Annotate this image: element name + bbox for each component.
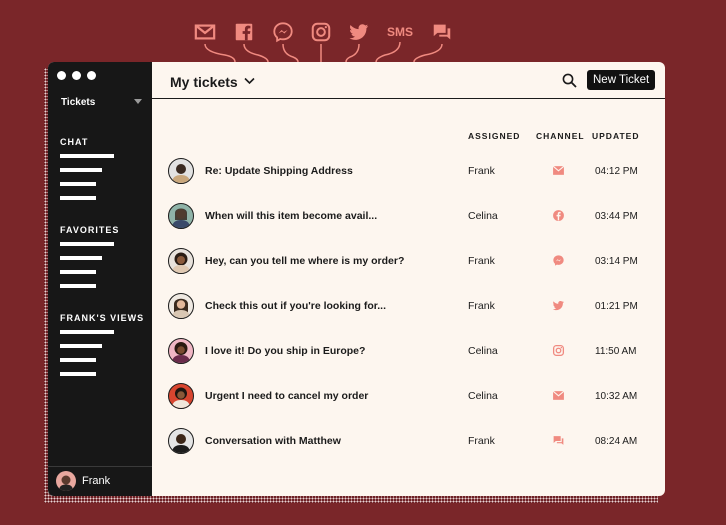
- ticket-assignee: Frank: [468, 255, 495, 267]
- messenger-icon: [550, 252, 566, 268]
- sms-label: SMS: [387, 25, 414, 39]
- sidebar-section-chat: CHAT: [60, 137, 89, 147]
- channel-bar: SMS: [0, 0, 726, 62]
- avatar: [168, 383, 194, 409]
- mail-icon: [193, 20, 217, 44]
- mail-icon: [550, 387, 566, 403]
- column-header-channel[interactable]: CHANNEL: [536, 131, 585, 141]
- instagram-icon: [309, 20, 333, 44]
- ticket-updated: 03:14 PM: [595, 256, 638, 267]
- ticket-subject[interactable]: Re: Update Shipping Address: [205, 165, 353, 177]
- ticket-assignee: Frank: [468, 300, 495, 312]
- window-controls: [57, 71, 96, 80]
- ticket-row[interactable]: Hey, can you tell me where is my order? …: [152, 248, 665, 293]
- sidebar-item[interactable]: [60, 196, 96, 200]
- ticket-subject[interactable]: When will this item become avail...: [205, 210, 377, 222]
- twitter-icon: [550, 297, 566, 313]
- twitter-icon: [347, 20, 371, 44]
- sidebar-section-favorites: FAVORITES: [60, 225, 120, 235]
- window-dot-close[interactable]: [57, 71, 66, 80]
- column-header-assigned[interactable]: ASSIGNED: [468, 131, 520, 141]
- avatar: [168, 428, 194, 454]
- sidebar-title[interactable]: Tickets: [61, 97, 95, 108]
- facebook-icon: [232, 20, 256, 44]
- sidebar-section-franks-views: FRANK'S VIEWS: [60, 313, 145, 323]
- ticket-subject[interactable]: Hey, can you tell me where is my order?: [205, 255, 404, 267]
- sidebar-item[interactable]: [60, 168, 102, 172]
- ticket-updated: 04:12 PM: [595, 166, 638, 177]
- sidebar-item[interactable]: [60, 256, 102, 260]
- ticket-assignee: Frank: [468, 165, 495, 177]
- sidebar-item[interactable]: [60, 330, 114, 334]
- user-footer[interactable]: Frank: [48, 466, 152, 496]
- facebook-icon: [550, 207, 566, 223]
- sidebar-item[interactable]: [60, 242, 114, 246]
- ticket-row[interactable]: Urgent I need to cancel my order Celina …: [152, 383, 665, 428]
- caret-down-icon[interactable]: [134, 99, 142, 104]
- instagram-icon: [550, 342, 566, 358]
- sidebar-item[interactable]: [60, 182, 96, 186]
- ticket-row[interactable]: Check this out if you're looking for... …: [152, 293, 665, 338]
- main-panel: My tickets New Ticket ASSIGNED CHANNEL U…: [152, 62, 665, 496]
- column-header-updated[interactable]: UPDATED: [592, 131, 639, 141]
- avatar: [56, 471, 76, 491]
- ticket-assignee: Celina: [468, 345, 498, 357]
- sidebar-item[interactable]: [60, 344, 102, 348]
- ticket-row[interactable]: When will this item become avail... Celi…: [152, 203, 665, 248]
- ticket-subject[interactable]: Check this out if you're looking for...: [205, 300, 386, 312]
- ticket-subject[interactable]: Urgent I need to cancel my order: [205, 390, 368, 402]
- ticket-subject[interactable]: Conversation with Matthew: [205, 435, 341, 447]
- sidebar-item[interactable]: [60, 358, 96, 362]
- chat-icon: [550, 432, 566, 448]
- ticket-updated: 01:21 PM: [595, 301, 638, 312]
- sidebar: Tickets CHAT FAVORITES FRANK'S VIEWS Fra…: [48, 62, 152, 496]
- mail-icon: [550, 162, 566, 178]
- avatar: [168, 293, 194, 319]
- ticket-subject[interactable]: I love it! Do you ship in Europe?: [205, 345, 365, 357]
- sidebar-item[interactable]: [60, 154, 114, 158]
- ticket-updated: 10:32 AM: [595, 391, 638, 402]
- chat-icon: [430, 20, 454, 44]
- window-dot-maximize[interactable]: [87, 71, 96, 80]
- ticket-updated: 11:50 AM: [595, 346, 637, 357]
- avatar: [168, 338, 194, 364]
- messenger-icon: [271, 20, 295, 44]
- ticket-assignee: Celina: [468, 390, 498, 402]
- window-dot-minimize[interactable]: [72, 71, 81, 80]
- ticket-assignee: Frank: [468, 435, 495, 447]
- chevron-down-icon[interactable]: [244, 77, 255, 85]
- app-window: Tickets CHAT FAVORITES FRANK'S VIEWS Fra…: [48, 62, 665, 496]
- sidebar-item[interactable]: [60, 270, 96, 274]
- sidebar-item[interactable]: [60, 284, 96, 288]
- ticket-updated: 03:44 PM: [595, 211, 638, 222]
- sidebar-item[interactable]: [60, 372, 96, 376]
- ticket-row[interactable]: I love it! Do you ship in Europe? Celina…: [152, 338, 665, 383]
- ticket-row[interactable]: Conversation with Matthew Frank 08:24 AM: [152, 428, 665, 473]
- toolbar: My tickets New Ticket: [152, 62, 665, 99]
- new-ticket-button[interactable]: New Ticket: [587, 70, 656, 90]
- avatar: [168, 158, 194, 184]
- ticket-assignee: Celina: [468, 210, 498, 222]
- ticket-updated: 08:24 AM: [595, 436, 638, 447]
- page-title[interactable]: My tickets: [170, 74, 238, 90]
- avatar: [168, 203, 194, 229]
- avatar: [168, 248, 194, 274]
- search-icon[interactable]: [562, 73, 577, 88]
- user-name: Frank: [82, 475, 111, 487]
- ticket-row[interactable]: Re: Update Shipping Address Frank 04:12 …: [152, 158, 665, 203]
